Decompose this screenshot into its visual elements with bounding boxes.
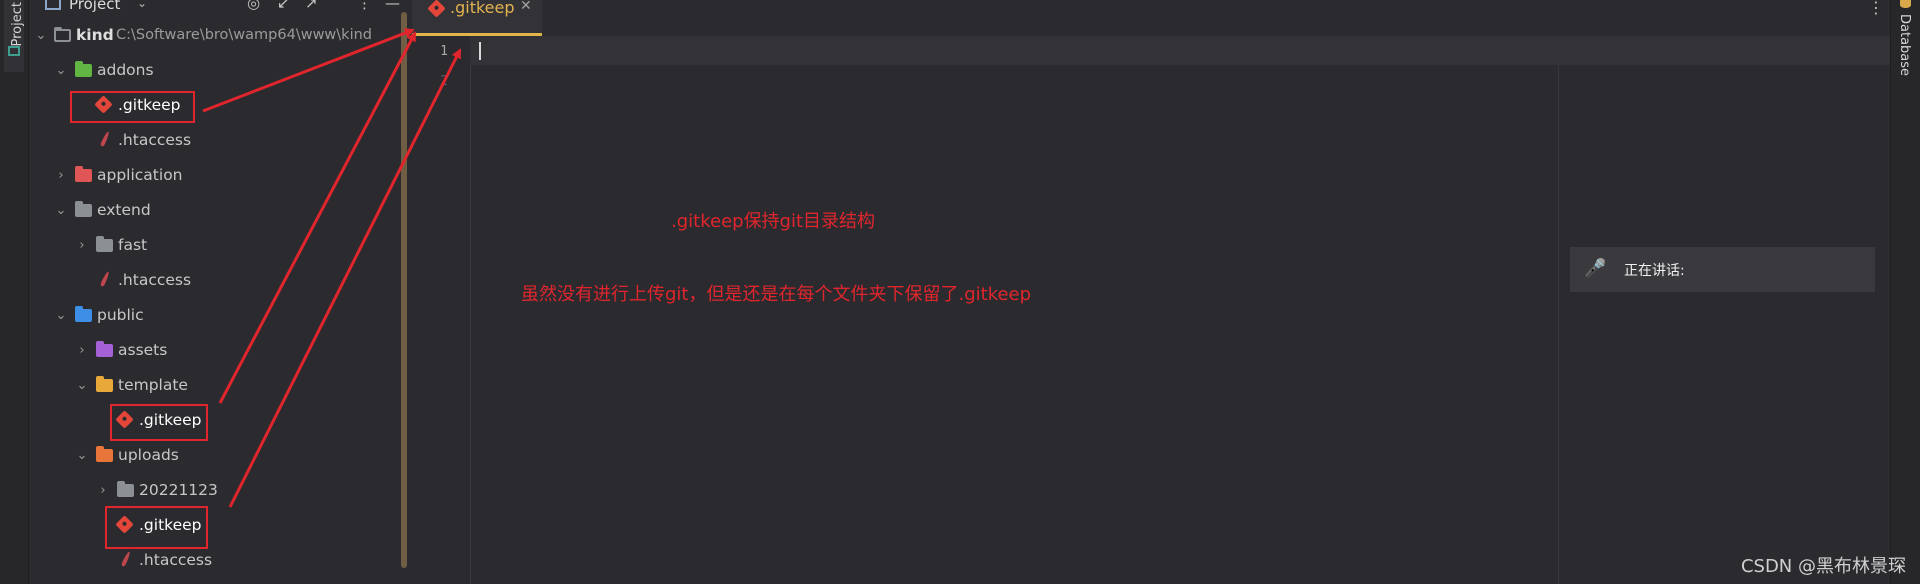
annotation-arrows (202, 28, 462, 508)
arrow-line (228, 48, 462, 508)
arrow-line (218, 31, 417, 404)
